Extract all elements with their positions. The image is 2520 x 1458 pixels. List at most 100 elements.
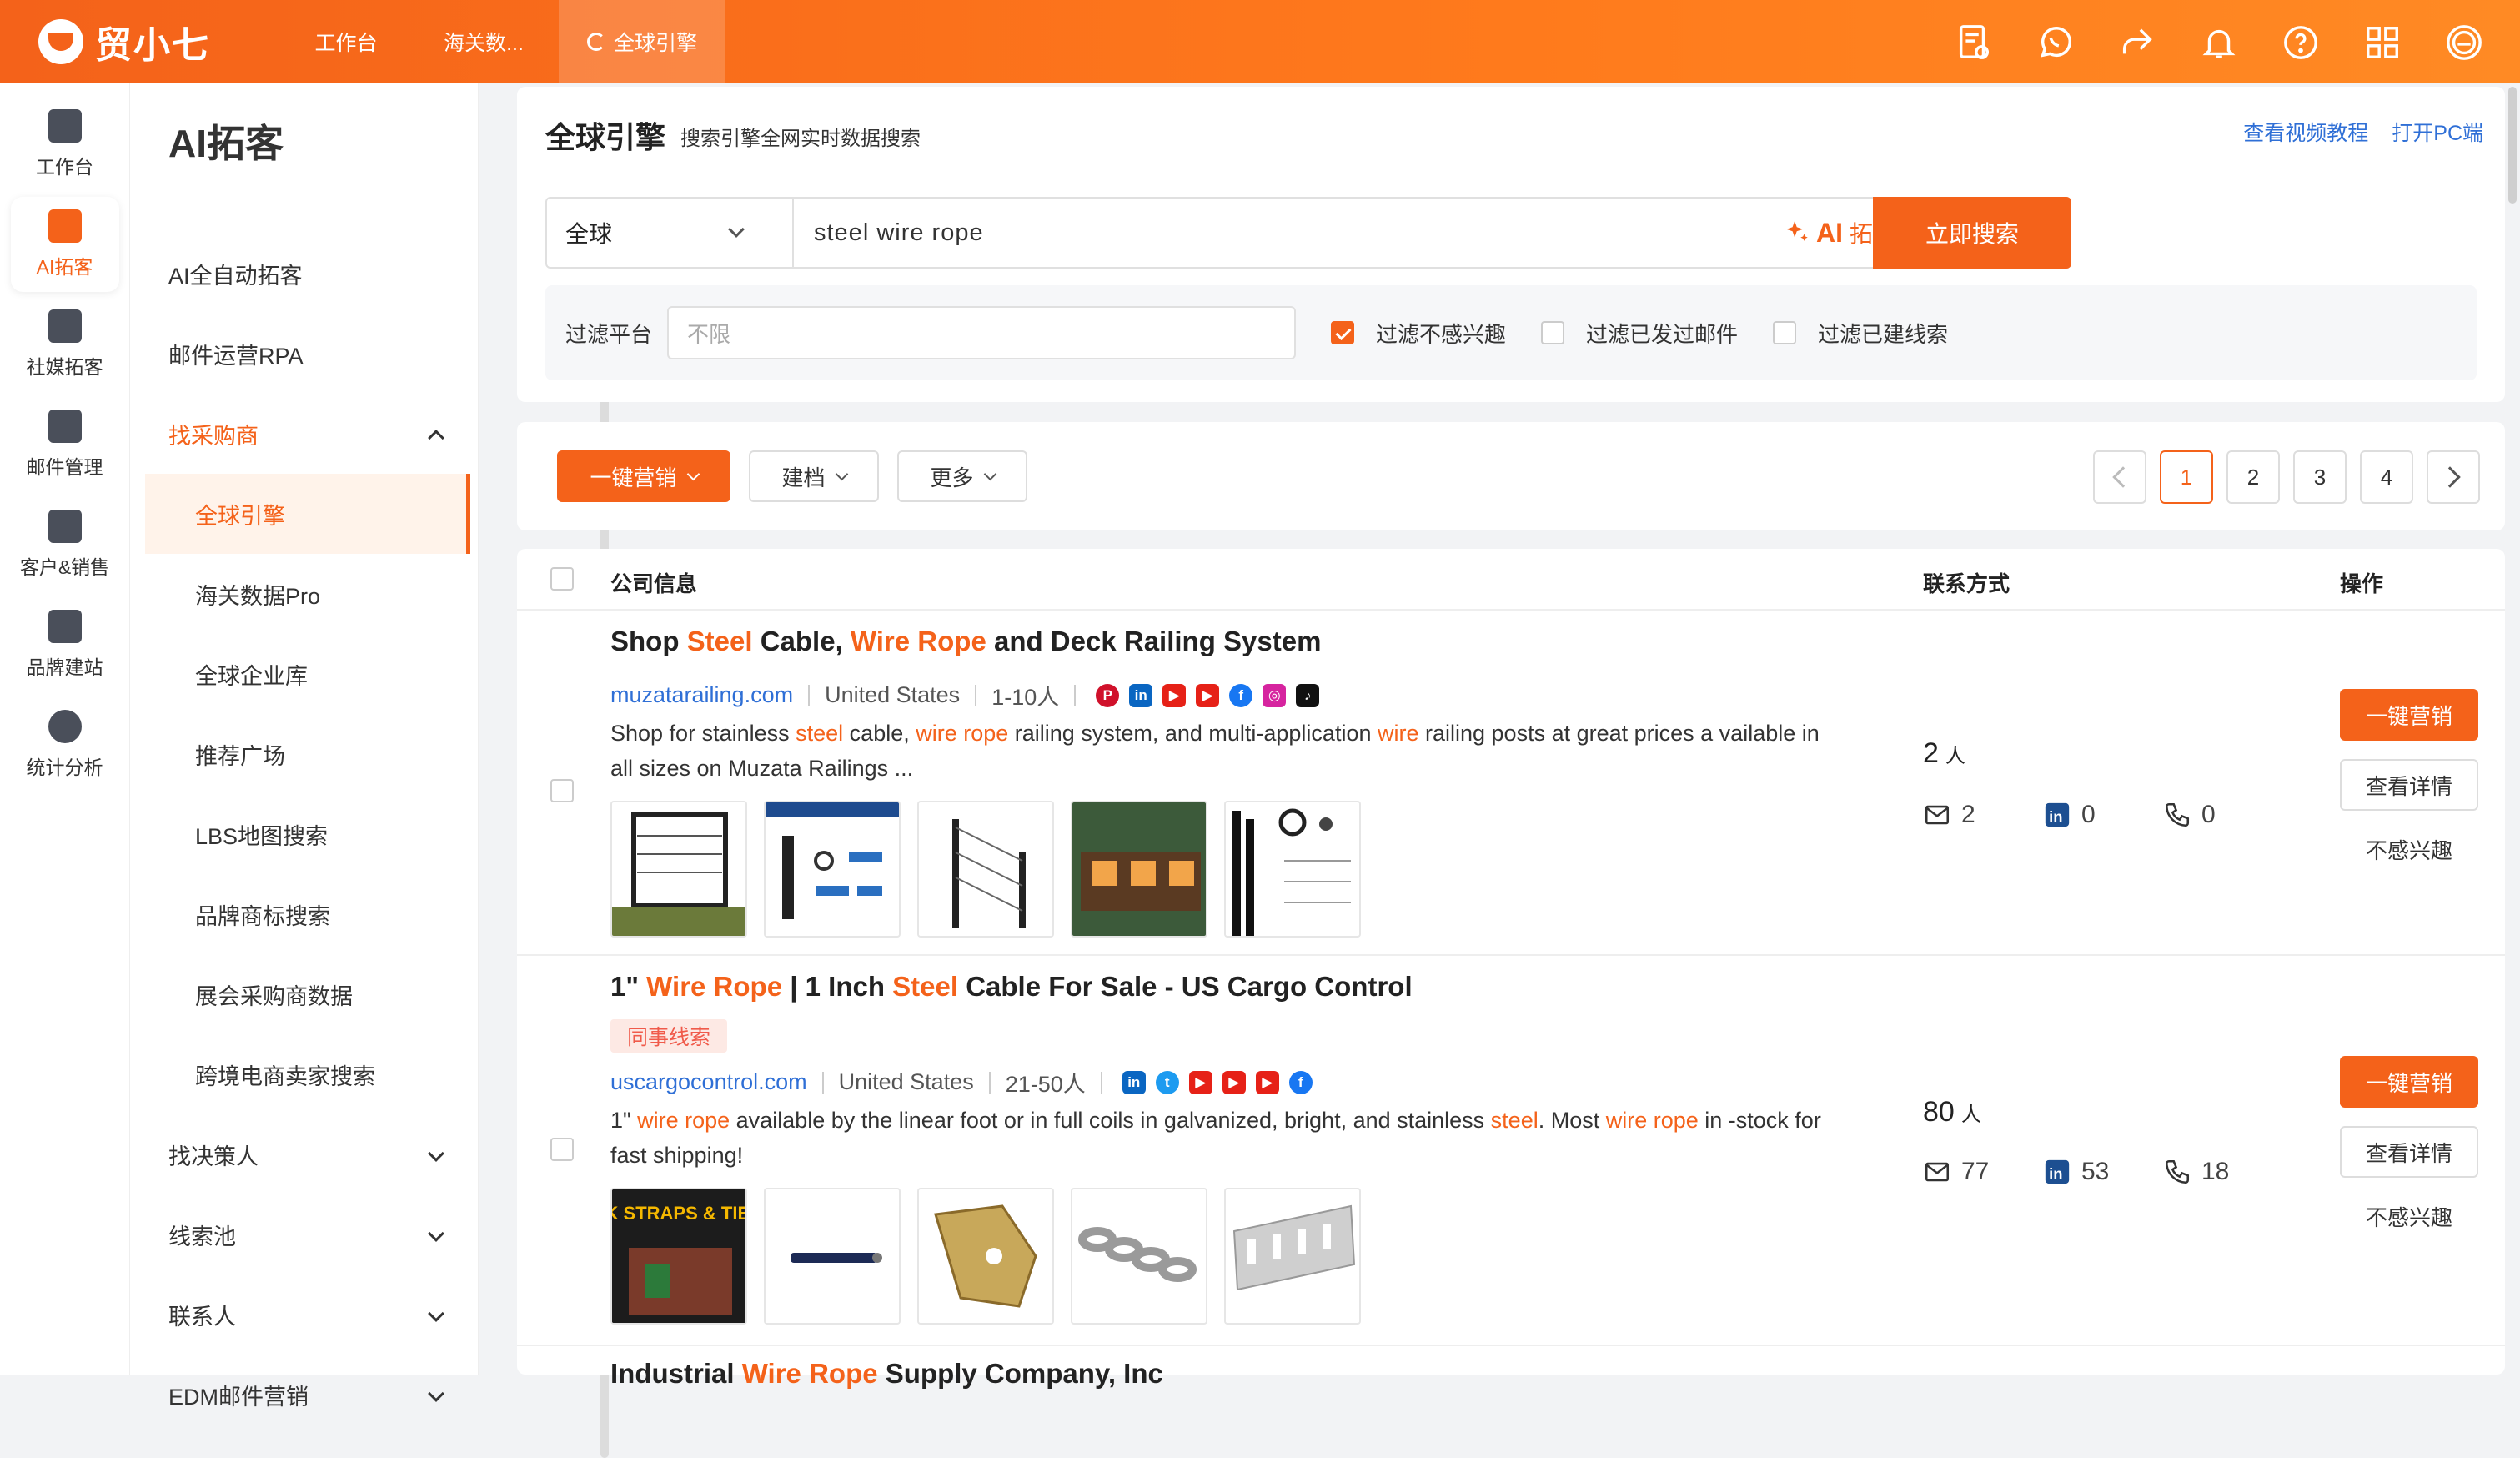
youtube-icon[interactable]: ▶ xyxy=(1255,1070,1279,1094)
more-button[interactable]: 更多 xyxy=(897,450,1027,502)
rail-item-social[interactable]: 社媒拓客 xyxy=(11,297,119,392)
open-pc-link[interactable]: 打开PC端 xyxy=(2392,117,2483,147)
sidebar-item-edm[interactable]: EDM邮件营销 xyxy=(145,1355,470,1435)
product-thumbnail[interactable] xyxy=(917,1188,1054,1325)
email-count[interactable]: 2 xyxy=(1923,801,2043,829)
main-scrollbar[interactable] xyxy=(2508,87,2517,204)
product-thumbnail[interactable] xyxy=(610,801,747,938)
product-thumbnail[interactable] xyxy=(917,801,1054,938)
product-thumbnail[interactable]: E-TRACK STRAPS & TIE DOWNS xyxy=(610,1188,747,1325)
bulk-marketing-button[interactable]: 一键营销 xyxy=(557,450,730,502)
search-button[interactable]: 立即搜索 xyxy=(1873,197,2071,269)
page-4[interactable]: 4 xyxy=(2360,450,2413,504)
facebook-icon[interactable]: f xyxy=(1229,683,1253,707)
row-checkbox[interactable] xyxy=(550,779,574,802)
not-interested-button[interactable]: 不感兴趣 xyxy=(2366,1201,2452,1232)
sidebar-item-global-companies[interactable]: 全球企业库 xyxy=(145,634,470,714)
row-marketing-button[interactable]: 一键营销 xyxy=(2340,1056,2478,1108)
linkedin-icon[interactable]: in xyxy=(1129,683,1153,707)
rail-item-customers[interactable]: 客户&销售 xyxy=(11,497,119,592)
page-2[interactable]: 2 xyxy=(2226,450,2280,504)
archive-button[interactable]: 建档 xyxy=(749,450,879,502)
sidebar-item-lbs[interactable]: LBS地图搜索 xyxy=(145,794,470,874)
rail-item-mail[interactable]: 邮件管理 xyxy=(11,397,119,492)
row-checkbox[interactable] xyxy=(550,1138,574,1161)
sidebar-item-customs-pro[interactable]: 海关数据Pro xyxy=(145,554,470,634)
sparkle-icon xyxy=(1786,220,1808,241)
filter-uninterested[interactable]: 过滤不感兴趣 xyxy=(1331,318,1506,349)
linkedin-count[interactable]: in 53 xyxy=(2043,1158,2163,1186)
tab-workbench[interactable]: 工作台 xyxy=(284,0,409,83)
help-icon[interactable] xyxy=(2278,20,2323,65)
filter-label: 过滤平台 xyxy=(565,321,653,347)
sidebar-item-ai-auto[interactable]: AI全自动拓客 xyxy=(145,234,470,314)
prev-page-button[interactable] xyxy=(2093,450,2146,504)
rail-item-ai[interactable]: AI拓客 xyxy=(10,197,119,292)
region-select[interactable]: 全球 xyxy=(547,199,794,267)
select-all-checkbox[interactable] xyxy=(550,567,574,591)
sidebar-item-find-buyers[interactable]: 找采购商 xyxy=(145,394,470,474)
avatar-icon[interactable] xyxy=(2442,20,2487,65)
rail-item-workbench[interactable]: 工作台 xyxy=(11,97,119,192)
whatsapp-icon[interactable] xyxy=(2033,20,2078,65)
youtube-icon[interactable]: ▶ xyxy=(1196,683,1220,707)
tab-global-engine[interactable]: 全球引擎 xyxy=(559,0,725,83)
product-thumbnail[interactable] xyxy=(764,801,901,938)
not-interested-button[interactable]: 不感兴趣 xyxy=(2366,834,2452,865)
search-input[interactable] xyxy=(794,199,1783,267)
phone-count[interactable]: 0 xyxy=(2163,801,2283,829)
result-title[interactable]: Shop Steel Cable, Wire Rope and Deck Rai… xyxy=(610,626,1321,657)
product-thumbnail[interactable] xyxy=(764,1188,901,1325)
video-tutorial-link[interactable]: 查看视频教程 xyxy=(2243,117,2368,147)
bell-icon[interactable] xyxy=(2196,20,2241,65)
result-title[interactable]: Industrial Wire Rope Supply Company, Inc xyxy=(610,1358,1163,1390)
facebook-icon[interactable]: f xyxy=(1288,1070,1313,1094)
sidebar-item-exhibition[interactable]: 展会采购商数据 xyxy=(145,954,470,1034)
sidebar-item-decision-makers[interactable]: 找决策人 xyxy=(145,1114,470,1194)
product-thumbnail[interactable] xyxy=(1224,801,1361,938)
sidebar-item-trademark[interactable]: 品牌商标搜索 xyxy=(145,874,470,954)
product-thumbnail[interactable] xyxy=(1071,1188,1207,1325)
tiktok-icon[interactable]: ♪ xyxy=(1296,683,1320,707)
apps-grid-icon[interactable] xyxy=(2360,20,2405,65)
youtube-icon[interactable]: ▶ xyxy=(1162,683,1187,707)
rail-item-site[interactable]: 品牌建站 xyxy=(11,597,119,692)
filter-emailed-checkbox[interactable] xyxy=(1541,321,1565,344)
twitter-icon[interactable]: t xyxy=(1155,1070,1179,1094)
sidebar-item-global-engine[interactable]: 全球引擎 xyxy=(145,474,470,554)
phone-count[interactable]: 18 xyxy=(2163,1158,2283,1186)
email-count[interactable]: 77 xyxy=(1923,1158,2043,1186)
page-3[interactable]: 3 xyxy=(2293,450,2347,504)
page-1[interactable]: 1 xyxy=(2160,450,2213,504)
app-logo[interactable]: 贸小七 xyxy=(38,15,247,68)
domain-link[interactable]: muzatarailing.com xyxy=(610,682,793,708)
sidebar-item-mail-rpa[interactable]: 邮件运营RPA xyxy=(145,314,470,394)
linkedin-icon[interactable]: in xyxy=(1122,1070,1146,1094)
filter-leads[interactable]: 过滤已建线索 xyxy=(1773,318,1948,349)
sidebar-item-contacts[interactable]: 联系人 xyxy=(145,1274,470,1355)
platform-filter-input[interactable]: 不限 xyxy=(667,306,1296,359)
filter-leads-checkbox[interactable] xyxy=(1773,321,1797,344)
report-icon[interactable] xyxy=(1951,20,1996,65)
view-detail-button[interactable]: 查看详情 xyxy=(2340,759,2478,811)
pinterest-icon[interactable]: P xyxy=(1096,683,1120,707)
youtube-icon[interactable]: ▶ xyxy=(1222,1070,1246,1094)
share-icon[interactable] xyxy=(2115,20,2160,65)
product-thumbnail[interactable] xyxy=(1071,801,1207,938)
tab-customs[interactable]: 海关数... xyxy=(409,0,559,83)
product-thumbnail[interactable] xyxy=(1224,1188,1361,1325)
row-marketing-button[interactable]: 一键营销 xyxy=(2340,689,2478,741)
sidebar-item-leads[interactable]: 线索池 xyxy=(145,1194,470,1274)
filter-uninterested-checkbox[interactable] xyxy=(1331,321,1354,344)
result-title[interactable]: 1" Wire Rope | 1 Inch Steel Cable For Sa… xyxy=(610,971,1413,1003)
youtube-icon[interactable]: ▶ xyxy=(1188,1070,1212,1094)
instagram-icon[interactable]: ◎ xyxy=(1263,683,1287,707)
sidebar-item-recommend[interactable]: 推荐广场 xyxy=(145,714,470,794)
domain-link[interactable]: uscargocontrol.com xyxy=(610,1069,807,1095)
linkedin-count[interactable]: in 0 xyxy=(2043,801,2163,829)
view-detail-button[interactable]: 查看详情 xyxy=(2340,1126,2478,1178)
filter-emailed[interactable]: 过滤已发过邮件 xyxy=(1541,318,1738,349)
next-page-button[interactable] xyxy=(2427,450,2480,504)
rail-item-stats[interactable]: 统计分析 xyxy=(11,697,119,792)
sidebar-item-ecommerce[interactable]: 跨境电商卖家搜索 xyxy=(145,1034,470,1114)
